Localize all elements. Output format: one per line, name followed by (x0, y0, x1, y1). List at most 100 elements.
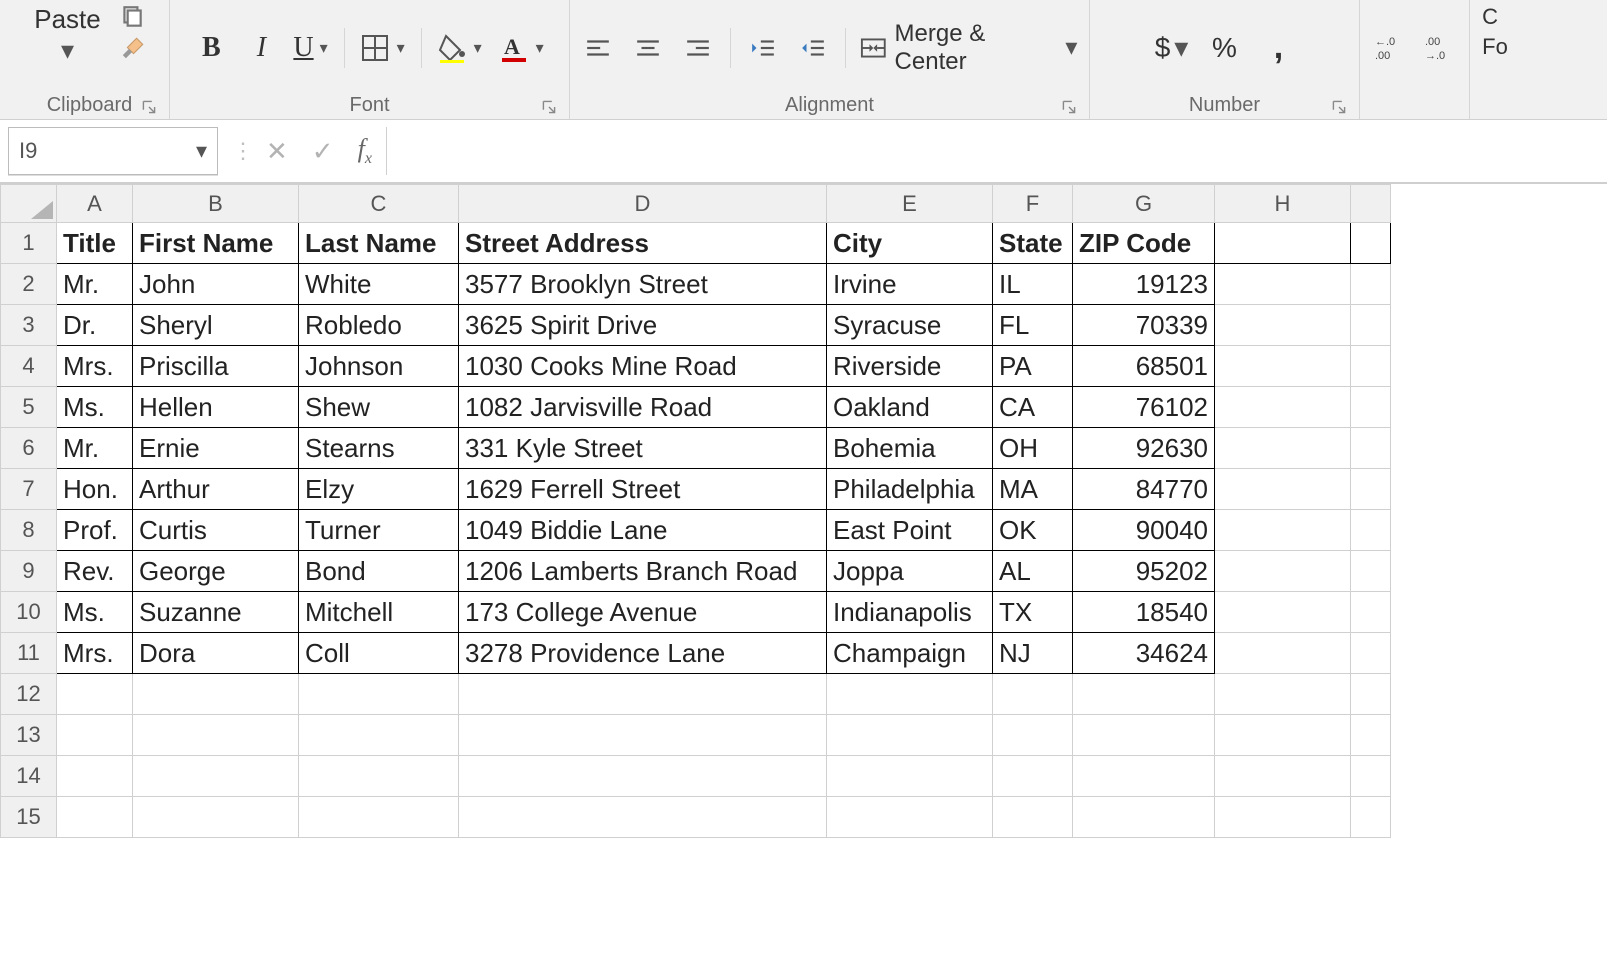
cell[interactable]: TX (993, 592, 1073, 633)
merge-center-button[interactable]: Merge & Center ▾ (860, 20, 1079, 76)
cell[interactable] (299, 715, 459, 756)
row-header[interactable]: 15 (1, 797, 57, 838)
cell[interactable] (993, 715, 1073, 756)
cell[interactable]: Turner (299, 510, 459, 551)
cell[interactable]: 331 Kyle Street (459, 428, 827, 469)
cell[interactable] (133, 756, 299, 797)
cell[interactable]: 1030 Cooks Mine Road (459, 346, 827, 387)
cell[interactable] (1215, 428, 1351, 469)
increase-decimal-button[interactable]: ←.0.00 (1372, 26, 1408, 70)
row-header[interactable]: 11 (1, 633, 57, 674)
row-header[interactable]: 4 (1, 346, 57, 387)
col-header[interactable]: A (57, 185, 133, 223)
chevron-down-icon[interactable]: ▾ (314, 38, 330, 58)
cell[interactable] (459, 674, 827, 715)
cell[interactable] (299, 674, 459, 715)
cell[interactable]: Hellen (133, 387, 299, 428)
cell[interactable]: AL (993, 551, 1073, 592)
cell[interactable] (1215, 797, 1351, 838)
cell[interactable]: Suzanne (133, 592, 299, 633)
cell[interactable] (1351, 428, 1391, 469)
dialog-launcher-icon[interactable] (139, 97, 159, 117)
cell[interactable]: Street Address (459, 223, 827, 264)
cell[interactable] (827, 756, 993, 797)
cell[interactable]: CA (993, 387, 1073, 428)
row-header[interactable]: 6 (1, 428, 57, 469)
cell[interactable] (459, 797, 827, 838)
cell[interactable]: George (133, 551, 299, 592)
align-left-button[interactable] (580, 26, 616, 70)
cell[interactable]: Prof. (57, 510, 133, 551)
cell[interactable] (299, 756, 459, 797)
cell[interactable]: 173 College Avenue (459, 592, 827, 633)
currency-button[interactable]: $▾ (1151, 26, 1191, 70)
cell[interactable]: 90040 (1073, 510, 1215, 551)
cell[interactable]: Irvine (827, 264, 993, 305)
cell[interactable] (57, 797, 133, 838)
cell[interactable]: Arthur (133, 469, 299, 510)
cell[interactable]: Ernie (133, 428, 299, 469)
cell[interactable]: 3278 Providence Lane (459, 633, 827, 674)
cell[interactable] (1073, 756, 1215, 797)
cell[interactable]: Sheryl (133, 305, 299, 346)
col-header[interactable]: F (993, 185, 1073, 223)
cell[interactable]: Priscilla (133, 346, 299, 387)
cell[interactable] (1215, 551, 1351, 592)
cell[interactable]: Indianapolis (827, 592, 993, 633)
cell[interactable]: City (827, 223, 993, 264)
cell[interactable] (1215, 387, 1351, 428)
dialog-launcher-icon[interactable] (539, 97, 559, 117)
row-header[interactable]: 5 (1, 387, 57, 428)
cell[interactable]: Philadelphia (827, 469, 993, 510)
cell[interactable] (827, 674, 993, 715)
cell[interactable] (1215, 592, 1351, 633)
cell[interactable]: 34624 (1073, 633, 1215, 674)
cell[interactable]: 3625 Spirit Drive (459, 305, 827, 346)
cell[interactable] (133, 797, 299, 838)
cell[interactable]: Bond (299, 551, 459, 592)
name-box[interactable]: I9 ▾ (8, 127, 218, 175)
cell[interactable]: ZIP Code (1073, 223, 1215, 264)
row-header[interactable]: 10 (1, 592, 57, 633)
cell[interactable]: Riverside (827, 346, 993, 387)
align-right-button[interactable] (680, 26, 716, 70)
chevron-down-icon[interactable]: ▾ (60, 35, 76, 66)
cell[interactable]: OH (993, 428, 1073, 469)
cell[interactable] (57, 715, 133, 756)
paste-button[interactable]: Paste ▾ (34, 4, 101, 66)
cell[interactable]: Curtis (133, 510, 299, 551)
cell[interactable]: Bohemia (827, 428, 993, 469)
cell[interactable] (1351, 633, 1391, 674)
cell[interactable] (1351, 305, 1391, 346)
cell[interactable]: Stearns (299, 428, 459, 469)
cell[interactable]: Dora (133, 633, 299, 674)
cell[interactable]: Johnson (299, 346, 459, 387)
chevron-down-icon[interactable]: ▾ (1064, 33, 1079, 62)
cell[interactable]: 84770 (1073, 469, 1215, 510)
cell[interactable] (1351, 756, 1391, 797)
cell[interactable]: John (133, 264, 299, 305)
cell[interactable] (1215, 715, 1351, 756)
cell[interactable]: Ms. (57, 387, 133, 428)
cell[interactable]: Mrs. (57, 633, 133, 674)
cell[interactable]: MA (993, 469, 1073, 510)
cell[interactable]: 68501 (1073, 346, 1215, 387)
cell[interactable] (1215, 756, 1351, 797)
chevron-down-icon[interactable]: ▾ (468, 38, 484, 58)
format-painter-icon[interactable] (113, 31, 150, 68)
borders-button[interactable]: ▾ (359, 26, 407, 70)
cell[interactable]: Mr. (57, 264, 133, 305)
cell[interactable]: Champaign (827, 633, 993, 674)
cell[interactable] (1351, 387, 1391, 428)
cell[interactable]: East Point (827, 510, 993, 551)
cell[interactable]: IL (993, 264, 1073, 305)
enter-icon[interactable]: ✓ (312, 136, 334, 167)
row-header[interactable]: 1 (1, 223, 57, 264)
cell[interactable]: Robledo (299, 305, 459, 346)
cell[interactable]: 92630 (1073, 428, 1215, 469)
cell[interactable] (133, 674, 299, 715)
cell[interactable]: OK (993, 510, 1073, 551)
cell[interactable]: Joppa (827, 551, 993, 592)
cell[interactable] (1351, 346, 1391, 387)
cell[interactable] (993, 674, 1073, 715)
